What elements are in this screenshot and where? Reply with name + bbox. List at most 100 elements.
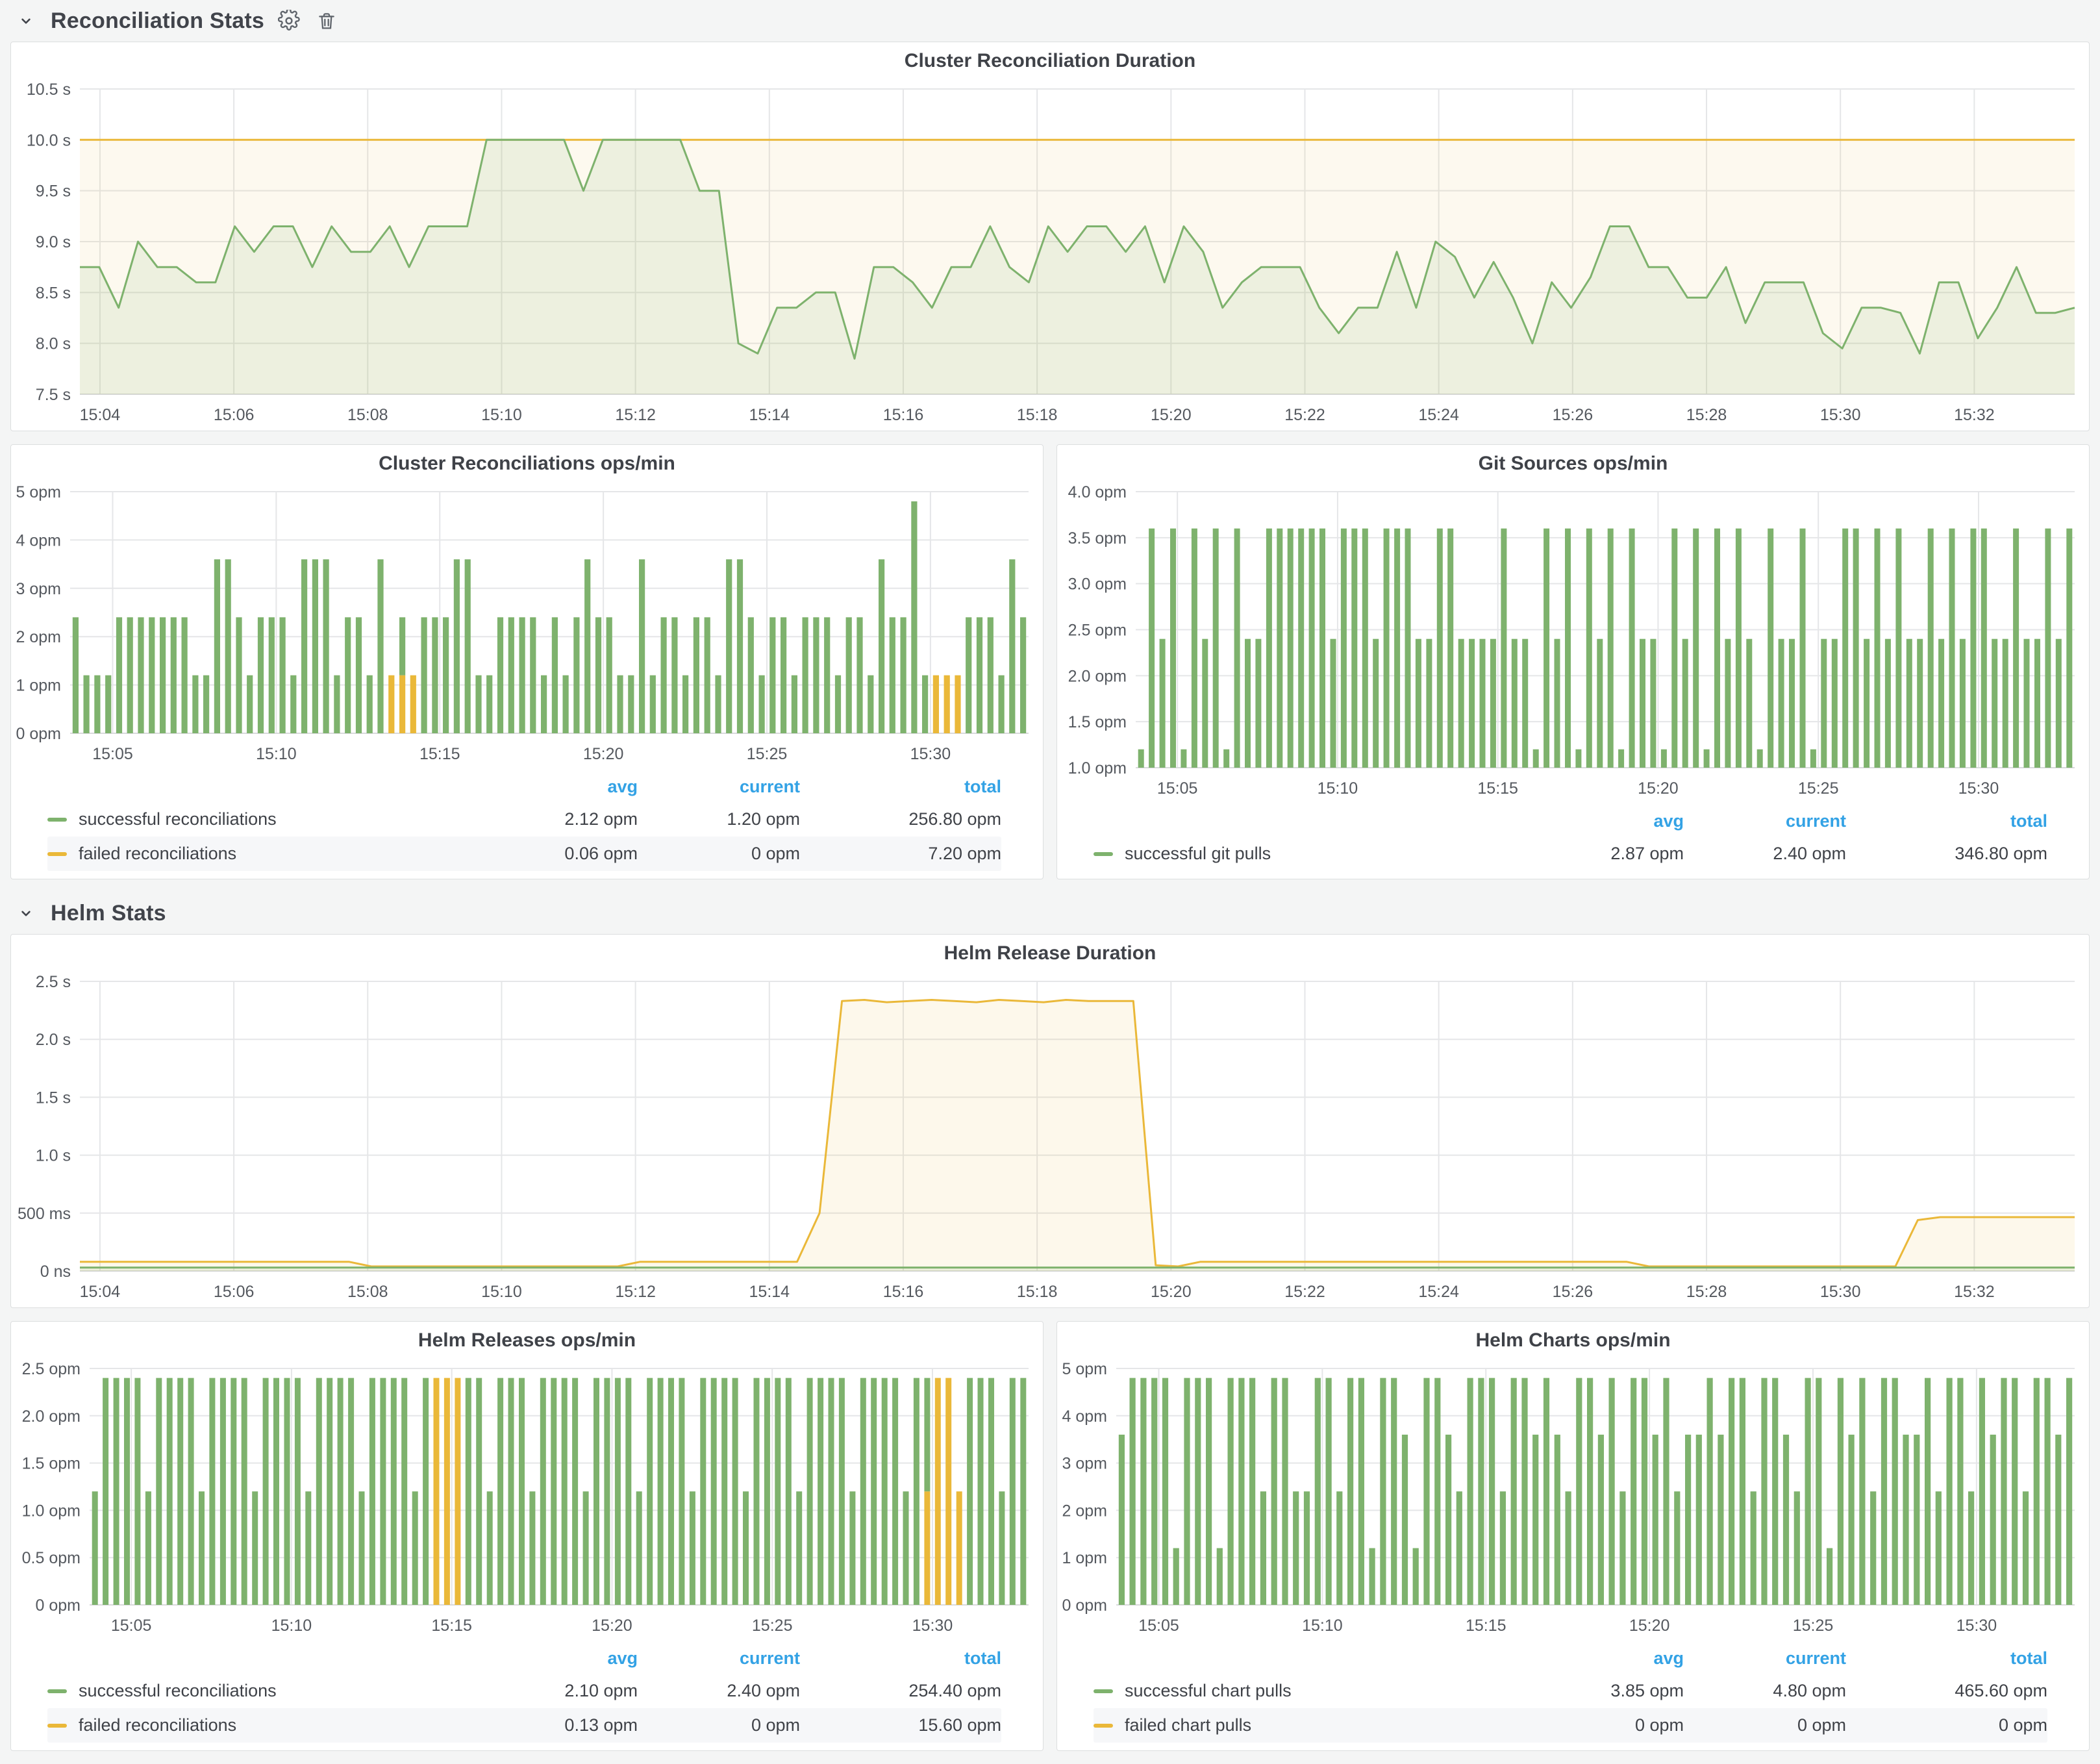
panel-helm-releases: Helm Releases ops/min 15:0515:1015:1515:… <box>10 1321 1044 1751</box>
cluster-reconciliation-duration-chart[interactable]: 15:0415:0615:0815:1015:1215:1415:1615:18… <box>11 79 2089 431</box>
legend-col-total[interactable]: total <box>800 777 1001 797</box>
section-title: Reconciliation Stats <box>51 8 264 34</box>
section-header-helm-stats[interactable]: Helm Stats <box>13 898 2090 929</box>
svg-text:15:05: 15:05 <box>1157 779 1198 798</box>
svg-text:15:25: 15:25 <box>747 745 788 763</box>
svg-text:2 opm: 2 opm <box>1062 1502 1107 1520</box>
svg-text:1.0 opm: 1.0 opm <box>22 1502 81 1520</box>
cluster-reconciliations-chart[interactable]: 15:0515:1015:1515:2015:2515:300 opm1 opm… <box>11 481 1043 770</box>
svg-text:15:26: 15:26 <box>1553 1283 1594 1301</box>
git-sources-chart[interactable]: 15:0515:1015:1515:2015:2515:301.0 opm1.5… <box>1057 481 2089 804</box>
svg-text:0 opm: 0 opm <box>16 725 61 743</box>
legend-col-avg[interactable]: avg <box>1521 1648 1684 1669</box>
panel-title[interactable]: Helm Charts ops/min <box>1057 1322 2089 1358</box>
legend-col-total[interactable]: total <box>1846 811 2047 831</box>
svg-text:15:15: 15:15 <box>1477 779 1518 798</box>
svg-text:15:28: 15:28 <box>1686 406 1727 424</box>
svg-text:0 opm: 0 opm <box>36 1596 81 1615</box>
legend-series-label[interactable]: failed reconciliations <box>47 844 475 864</box>
panel-title[interactable]: Helm Releases ops/min <box>11 1322 1043 1358</box>
svg-text:15:30: 15:30 <box>1820 406 1861 424</box>
legend-current-value: 0 opm <box>638 844 800 864</box>
legend-col-avg[interactable]: avg <box>475 777 638 797</box>
legend-series-label[interactable]: successful reconciliations <box>47 1681 475 1701</box>
svg-text:4 opm: 4 opm <box>16 531 61 549</box>
gear-icon[interactable] <box>276 8 302 34</box>
svg-text:15:20: 15:20 <box>583 745 624 763</box>
legend-col-total[interactable]: total <box>800 1648 1001 1669</box>
legend-col-current[interactable]: current <box>638 777 800 797</box>
svg-text:9.5 s: 9.5 s <box>36 183 71 201</box>
legend-col-avg[interactable]: avg <box>1521 811 1684 831</box>
svg-text:15:32: 15:32 <box>1954 406 1995 424</box>
legend-series-label[interactable]: failed reconciliations <box>47 1715 475 1735</box>
legend-series-label[interactable]: successful chart pulls <box>1094 1681 1521 1701</box>
svg-text:8.5 s: 8.5 s <box>36 284 71 302</box>
svg-text:15:10: 15:10 <box>1318 779 1358 798</box>
svg-text:1 opm: 1 opm <box>1062 1549 1107 1567</box>
svg-text:15:08: 15:08 <box>347 1283 388 1301</box>
panel-cluster-reconciliation-duration: Cluster Reconciliation Duration 15:0415:… <box>10 42 2090 431</box>
legend-row: successful reconciliations 2.10 opm 2.40… <box>47 1674 1001 1708</box>
svg-text:15:16: 15:16 <box>883 406 924 424</box>
svg-text:15:10: 15:10 <box>481 1283 522 1301</box>
series-color-dash <box>47 1724 67 1728</box>
helm-releases-chart[interactable]: 15:0515:1015:1515:2015:2515:300 opm0.5 o… <box>11 1358 1043 1641</box>
svg-text:2.0 opm: 2.0 opm <box>1068 667 1127 685</box>
section-header-reconciliation-stats[interactable]: Reconciliation Stats <box>13 5 2090 36</box>
legend-current-value: 4.80 opm <box>1684 1681 1846 1701</box>
panel-title[interactable]: Cluster Reconciliation Duration <box>11 42 2089 79</box>
svg-text:15:10: 15:10 <box>271 1617 312 1635</box>
svg-text:4 opm: 4 opm <box>1062 1407 1107 1426</box>
legend-total-value: 254.40 opm <box>800 1681 1001 1701</box>
legend-current-value: 1.20 opm <box>638 809 800 829</box>
svg-text:15:22: 15:22 <box>1284 406 1325 424</box>
helm-charts-chart[interactable]: 15:0515:1015:1515:2015:2515:300 opm1 opm… <box>1057 1358 2089 1641</box>
legend-header: avg current total <box>1094 805 2047 837</box>
svg-text:0 ns: 0 ns <box>40 1263 71 1281</box>
legend-current-value: 2.40 opm <box>1684 844 1846 864</box>
helm-release-duration-chart[interactable]: 15:0415:0615:0815:1015:1215:1415:1615:18… <box>11 971 2089 1307</box>
svg-text:15:14: 15:14 <box>749 406 790 424</box>
panel-title[interactable]: Git Sources ops/min <box>1057 445 2089 481</box>
svg-text:15:06: 15:06 <box>214 406 255 424</box>
legend-current-value: 2.40 opm <box>638 1681 800 1701</box>
svg-text:1.0 s: 1.0 s <box>36 1147 71 1165</box>
panel-title[interactable]: Cluster Reconciliations ops/min <box>11 445 1043 481</box>
chevron-down-icon[interactable] <box>13 8 39 34</box>
legend-col-current[interactable]: current <box>1684 1648 1846 1669</box>
legend-current-value: 0 opm <box>638 1715 800 1735</box>
legend-series-label[interactable]: failed chart pulls <box>1094 1715 1521 1735</box>
legend-total-value: 346.80 opm <box>1846 844 2047 864</box>
legend-series-label[interactable]: successful git pulls <box>1094 844 1521 864</box>
trash-icon[interactable] <box>314 8 340 34</box>
legend-avg-value: 3.85 opm <box>1521 1681 1684 1701</box>
legend-header: avg current total <box>1094 1643 2047 1674</box>
svg-text:5 opm: 5 opm <box>1062 1360 1107 1378</box>
svg-text:1.5 s: 1.5 s <box>36 1089 71 1107</box>
svg-text:15:10: 15:10 <box>256 745 297 763</box>
legend-col-current[interactable]: current <box>1684 811 1846 831</box>
legend-header: avg current total <box>47 771 1001 802</box>
svg-text:15:26: 15:26 <box>1553 406 1594 424</box>
legend-table: avg current total successful reconciliat… <box>11 770 1043 879</box>
svg-text:3 opm: 3 opm <box>1062 1455 1107 1473</box>
legend-series-label[interactable]: successful reconciliations <box>47 809 475 829</box>
svg-text:15:20: 15:20 <box>592 1617 632 1635</box>
legend-col-current[interactable]: current <box>638 1648 800 1669</box>
svg-text:15:12: 15:12 <box>615 1283 656 1301</box>
legend-avg-value: 2.12 opm <box>475 809 638 829</box>
svg-text:15:24: 15:24 <box>1418 1283 1459 1301</box>
svg-text:15:18: 15:18 <box>1017 406 1058 424</box>
legend-col-total[interactable]: total <box>1846 1648 2047 1669</box>
legend-total-value: 0 opm <box>1846 1715 2047 1735</box>
panel-title[interactable]: Helm Release Duration <box>11 935 2089 971</box>
legend-col-avg[interactable]: avg <box>475 1648 638 1669</box>
svg-text:15:20: 15:20 <box>1638 779 1679 798</box>
chevron-down-icon[interactable] <box>13 900 39 926</box>
svg-text:1.5 opm: 1.5 opm <box>22 1455 81 1473</box>
svg-text:15:25: 15:25 <box>1798 779 1839 798</box>
svg-text:10.5 s: 10.5 s <box>27 81 71 99</box>
svg-text:15:05: 15:05 <box>111 1617 152 1635</box>
legend-avg-value: 0.06 opm <box>475 844 638 864</box>
